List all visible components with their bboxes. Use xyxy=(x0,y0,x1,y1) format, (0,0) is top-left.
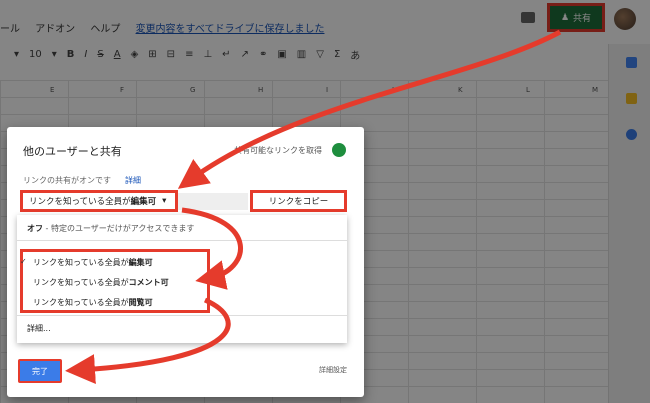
arrow-share-to-permission xyxy=(177,29,562,189)
annotation-arrows xyxy=(65,29,562,385)
arrow-permission-to-options xyxy=(181,207,243,290)
arrow-options-to-done xyxy=(65,297,231,385)
